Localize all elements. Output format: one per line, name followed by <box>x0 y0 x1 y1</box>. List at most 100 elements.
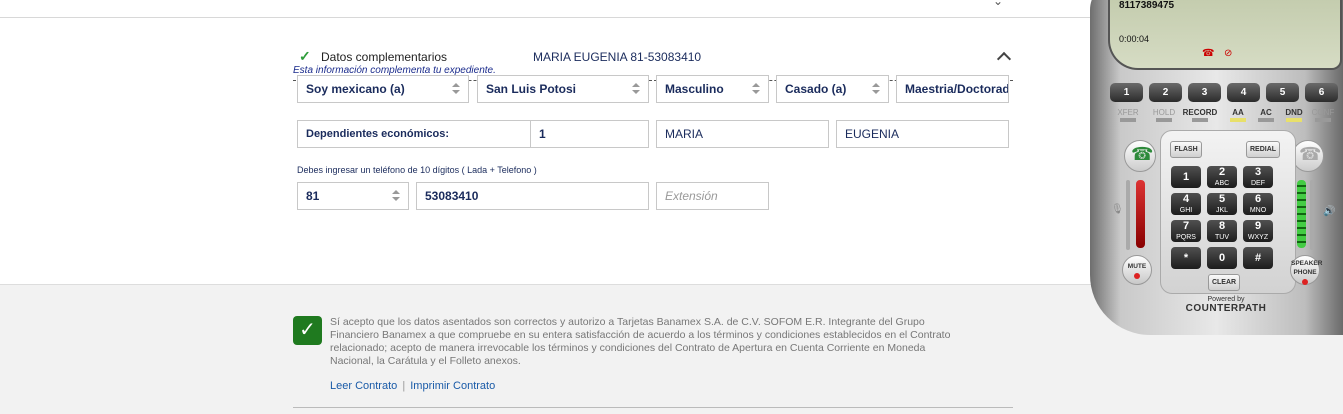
conf-led <box>1315 118 1331 122</box>
aa-button[interactable]: AA <box>1224 108 1252 127</box>
key-digit: # <box>1254 252 1262 264</box>
ac-label: AC <box>1260 108 1272 117</box>
dnd-label: DND <box>1285 108 1303 117</box>
aa-led <box>1230 118 1246 122</box>
line-button-3[interactable]: 3 <box>1188 83 1221 102</box>
select-arrows-icon <box>752 83 760 95</box>
section-customer-name: MARIA EUGENIA 81-53083410 <box>533 50 702 64</box>
chevron-down-icon[interactable]: ⌄ <box>993 0 1005 8</box>
key-6[interactable]: 6 MNO <box>1243 193 1273 215</box>
clear-button[interactable]: CLEAR <box>1208 274 1240 291</box>
gender-select[interactable]: Masculino <box>656 75 769 103</box>
key-letters: DEF <box>1251 180 1265 187</box>
key-letters: MNO <box>1249 207 1267 214</box>
key-2[interactable]: 2 ABC <box>1207 166 1237 188</box>
accept-checkbox[interactable]: ✓ <box>293 316 322 345</box>
line-button-1[interactable]: 1 <box>1110 83 1143 102</box>
mic-level-meter <box>1136 180 1145 248</box>
keypad: FLASH REDIAL 1 2 ABC 3 DEF 4 GHI 5 JKL 6 MNO … <box>1160 130 1296 294</box>
dependents-label: Dependientes económicos: <box>297 120 531 148</box>
key-0[interactable]: 0 <box>1207 247 1237 269</box>
key-hash[interactable]: # <box>1243 247 1273 269</box>
speakerphone-button[interactable]: SPEAKER PHONE <box>1290 255 1323 285</box>
link-separator: | <box>402 380 406 392</box>
contract-links: Leer Contrato | Imprimir Contrato <box>330 380 495 392</box>
line-button-4[interactable]: 4 <box>1227 83 1260 102</box>
key-3[interactable]: 3 DEF <box>1243 166 1273 188</box>
select-arrows-icon <box>452 83 460 95</box>
dependents-input[interactable]: 1 <box>530 120 649 148</box>
check-icon: ✓ <box>299 48 311 64</box>
nationality-value: Soy mexicano (a) <box>306 82 405 96</box>
microphone-icon: 🎙 <box>1111 204 1124 215</box>
key-digit: * <box>1183 252 1189 264</box>
area-code-select[interactable]: 81 <box>297 182 409 210</box>
gender-value: Masculino <box>665 82 724 96</box>
counterpath-logo: Powered by COUNTERPATH <box>1176 296 1276 314</box>
key-letters: JKL <box>1215 207 1229 214</box>
hold-label: HOLD <box>1152 108 1176 117</box>
key-5[interactable]: 5 JKL <box>1207 193 1237 215</box>
phone-icon: ☎ <box>1202 48 1215 59</box>
conf-button[interactable]: CONF <box>1308 108 1338 127</box>
record-button[interactable]: RECORD <box>1182 108 1218 127</box>
marital-status-value: Casado (a) <box>785 82 847 96</box>
key-letters: TUV <box>1215 234 1229 241</box>
speakerphone-led <box>1302 279 1308 285</box>
key-star[interactable]: * <box>1171 247 1201 269</box>
line-button-5[interactable]: 5 <box>1266 83 1299 102</box>
key-7[interactable]: 7 PQRS <box>1171 220 1201 242</box>
education-value: Maestria/Doctorado <box>905 82 1009 96</box>
mute-mic-icon: ⊘ <box>1224 48 1233 59</box>
record-led <box>1192 118 1208 122</box>
divider <box>293 407 1013 408</box>
key-9[interactable]: 9 WXYZ <box>1243 220 1273 242</box>
aa-label: AA <box>1232 108 1244 117</box>
hold-button[interactable]: HOLD <box>1146 108 1182 127</box>
select-arrows-icon <box>872 83 880 95</box>
phone-hint: Debes ingresar un teléfono de 10 dígitos… <box>297 165 537 175</box>
softphone: 8117389475 0:00:04 ☎ ⊘ 1 2 3 4 5 6 XFER … <box>1078 0 1343 340</box>
phone-input[interactable]: 53083410 <box>416 182 649 210</box>
key-digit: 8 <box>1218 220 1226 232</box>
hangup-button[interactable] <box>1292 140 1324 172</box>
dnd-button[interactable]: DND <box>1280 108 1308 127</box>
first-name-input[interactable]: MARIA <box>656 120 829 148</box>
ac-led <box>1258 118 1274 122</box>
call-button[interactable] <box>1124 140 1156 172</box>
softphone-display: 8117389475 0:00:04 ☎ ⊘ <box>1108 0 1342 70</box>
key-digit: 9 <box>1254 220 1262 232</box>
select-arrows-icon <box>392 190 400 202</box>
dialed-number: 8117389475 <box>1119 0 1175 11</box>
marital-status-select[interactable]: Casado (a) <box>776 75 889 103</box>
line-button-6[interactable]: 6 <box>1305 83 1338 102</box>
read-contract-link[interactable]: Leer Contrato <box>330 380 397 392</box>
key-digit: 0 <box>1218 252 1226 264</box>
conf-label: CONF <box>1311 108 1335 117</box>
key-letters: GHI <box>1179 207 1193 214</box>
state-value: San Luis Potosi <box>486 82 577 96</box>
speaker-volume-slider[interactable] <box>1310 180 1314 250</box>
key-8[interactable]: 8 TUV <box>1207 220 1237 242</box>
xfer-button[interactable]: XFER <box>1110 108 1146 127</box>
last-name-input[interactable]: EUGENIA <box>836 120 1009 148</box>
mute-button[interactable]: MUTE <box>1122 255 1152 285</box>
redial-button[interactable]: REDIAL <box>1246 141 1280 158</box>
ac-button[interactable]: AC <box>1252 108 1280 127</box>
key-4[interactable]: 4 GHI <box>1171 193 1201 215</box>
extension-input[interactable]: Extensión <box>656 182 769 210</box>
state-select[interactable]: San Luis Potosi <box>477 75 649 103</box>
speakerphone-label: SPEAKER PHONE <box>1291 260 1323 276</box>
key-letters: PQRS <box>1176 234 1196 241</box>
speaker-icon: 🔊 <box>1323 206 1336 217</box>
nationality-select[interactable]: Soy mexicano (a) <box>297 75 469 103</box>
chevron-up-icon[interactable] <box>996 51 1012 67</box>
education-select[interactable]: Maestria/Doctorado <box>896 75 1009 103</box>
print-contract-link[interactable]: Imprimir Contrato <box>410 380 495 392</box>
dnd-led <box>1286 118 1302 122</box>
key-1[interactable]: 1 <box>1171 166 1201 188</box>
line-button-2[interactable]: 2 <box>1149 83 1182 102</box>
call-timer: 0:00:04 <box>1119 34 1150 44</box>
flash-button[interactable]: FLASH <box>1170 141 1202 158</box>
mic-volume-slider[interactable] <box>1126 180 1130 250</box>
